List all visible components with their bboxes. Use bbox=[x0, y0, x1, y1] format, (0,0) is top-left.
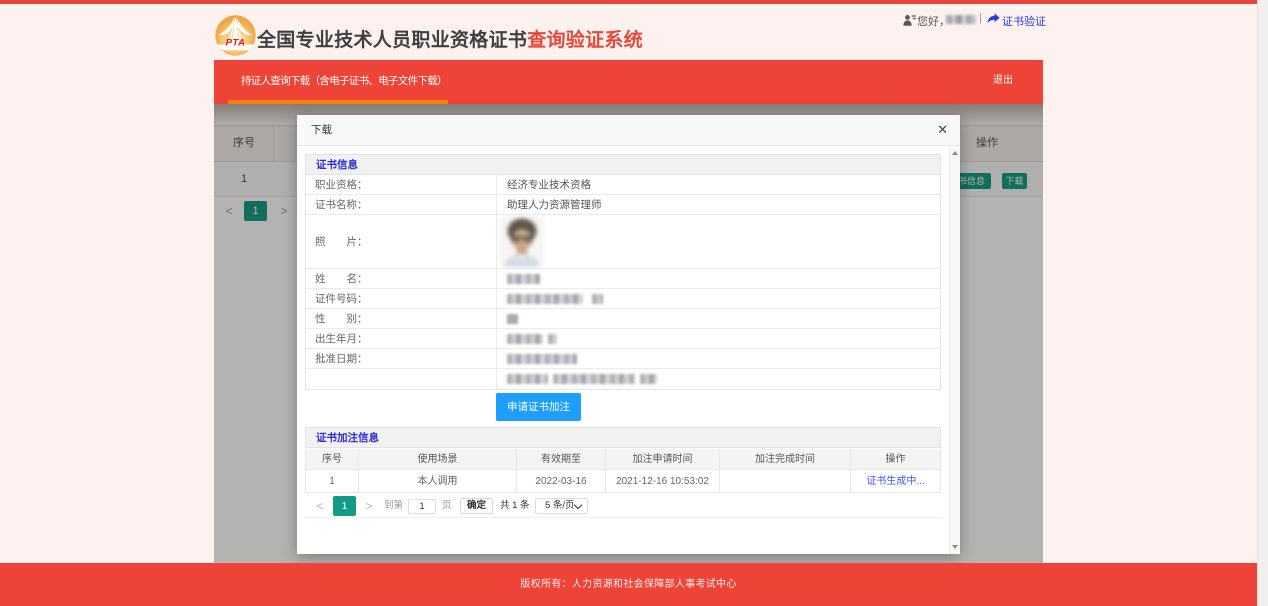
svg-text:PTA: PTA bbox=[226, 38, 246, 49]
